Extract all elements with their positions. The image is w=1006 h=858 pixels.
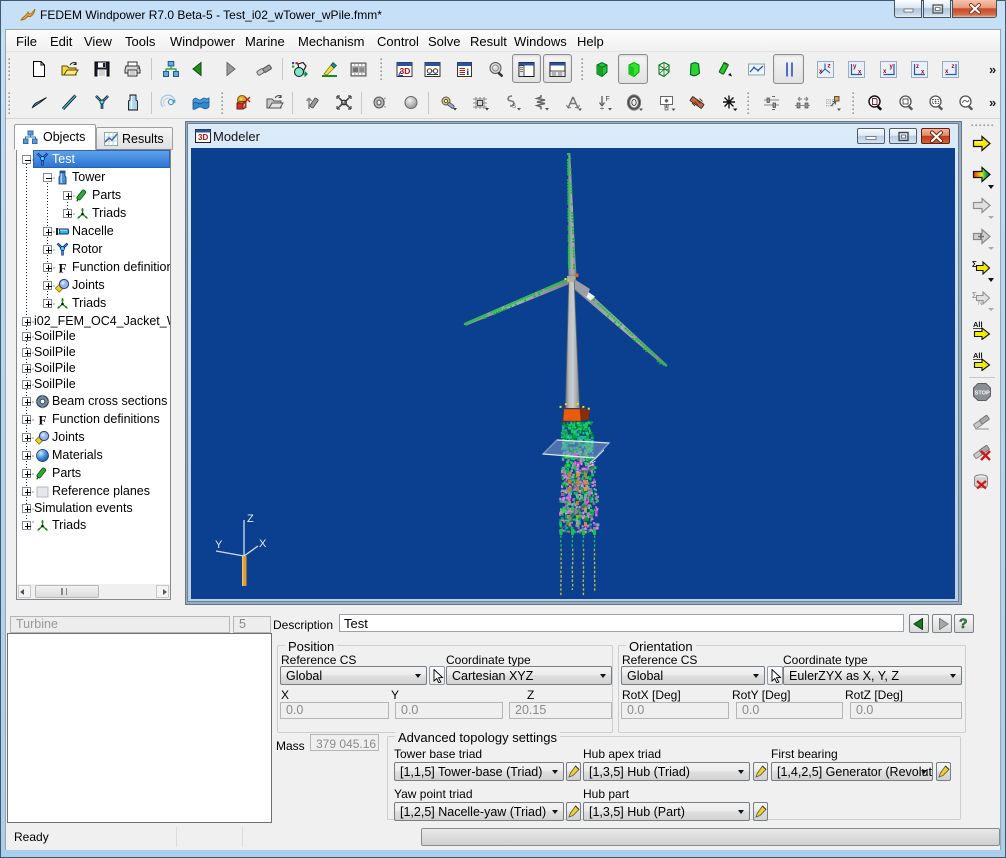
svg-text:Σ: Σ bbox=[972, 291, 977, 300]
svg-text:F: F bbox=[59, 261, 67, 276]
svg-text:z: z bbox=[916, 64, 919, 70]
svg-text:F: F bbox=[606, 96, 610, 103]
svg-text:F: F bbox=[39, 413, 47, 428]
svg-text:All: All bbox=[973, 351, 983, 360]
svg-text:3D: 3D bbox=[198, 133, 208, 142]
svg-text:z: z bbox=[952, 64, 955, 70]
svg-text:STOP: STOP bbox=[975, 391, 990, 397]
svg-text:3D: 3D bbox=[400, 66, 411, 76]
svg-text:Y: Y bbox=[215, 539, 223, 551]
svg-text:z: z bbox=[828, 64, 831, 70]
svg-text:All: All bbox=[973, 320, 983, 329]
svg-text:N: N bbox=[978, 301, 982, 306]
svg-text:Z: Z bbox=[247, 513, 254, 525]
svg-text:X: X bbox=[259, 538, 267, 550]
svg-text:S: S bbox=[512, 104, 516, 110]
